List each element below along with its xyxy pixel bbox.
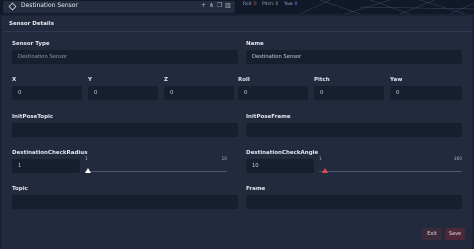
- title-divider: [2, 31, 472, 32]
- radius-track: [85, 171, 227, 172]
- sensor-type-field: Destination Sensor: [12, 50, 238, 64]
- orientation-readout: Roll:0 Pitch:0 Yaw:0: [243, 2, 298, 7]
- angle-max: 360: [453, 157, 462, 162]
- pitch-label: Pitch: [314, 77, 330, 83]
- radius-thumb[interactable]: [85, 168, 91, 173]
- yaw-field[interactable]: 0: [390, 86, 462, 100]
- pitch-readout-value: 0: [275, 2, 279, 7]
- angle-min: 1: [319, 157, 322, 162]
- plus-icon[interactable]: +: [201, 2, 206, 9]
- roll-readout-label: Roll:: [243, 2, 253, 7]
- name-field[interactable]: Destination Sensor: [246, 50, 462, 64]
- top-bar: Destination Sensor + ⋔ ❐ ▥ Roll:0 Pitch:…: [0, 0, 474, 14]
- roll-label: Roll: [238, 77, 250, 83]
- y-label: Y: [88, 77, 92, 83]
- init-pose-topic-field[interactable]: [12, 123, 238, 137]
- entry-tab[interactable]: Destination Sensor + ⋔ ❐ ▥: [3, 1, 235, 13]
- sensor-type-label: Sensor Type: [12, 41, 50, 47]
- z-field[interactable]: 0: [164, 86, 234, 100]
- init-pose-topic-label: InitPoseTopic: [12, 114, 54, 120]
- cube-icon: [8, 2, 17, 11]
- angle-track: [319, 171, 462, 172]
- panel-title: Sensor Details: [9, 21, 54, 27]
- save-button[interactable]: Save: [445, 228, 465, 240]
- frame-label: Frame: [246, 186, 266, 192]
- check-angle-label: DestinationCheckAngle: [246, 150, 319, 156]
- check-radius-label: DestinationCheckRadius: [12, 150, 88, 156]
- radius-min: 1: [85, 157, 88, 162]
- radius-max: 10: [221, 157, 227, 162]
- pitch-field[interactable]: 0: [314, 86, 384, 100]
- trash-icon[interactable]: ▥: [225, 2, 231, 9]
- init-pose-frame-field[interactable]: [246, 123, 462, 137]
- x-field[interactable]: 0: [12, 86, 82, 100]
- hierarchy-icon[interactable]: ⋔: [209, 2, 214, 9]
- check-angle-field[interactable]: 10: [246, 159, 314, 173]
- check-angle-slider[interactable]: 1 360: [319, 157, 462, 177]
- network-pattern: [300, 0, 474, 14]
- x-label: X: [12, 77, 17, 83]
- yaw-readout-value: 0: [294, 2, 298, 7]
- y-field[interactable]: 0: [88, 86, 158, 100]
- roll-readout-value: 0: [253, 2, 257, 7]
- topic-label: Topic: [12, 186, 28, 192]
- entry-name: Destination Sensor: [21, 2, 78, 9]
- pitch-readout-label: Pitch:: [262, 2, 275, 7]
- angle-thumb[interactable]: [322, 168, 329, 173]
- topic-field[interactable]: [12, 195, 238, 209]
- z-label: Z: [164, 77, 168, 83]
- yaw-readout-label: Yaw:: [283, 2, 294, 7]
- sensor-details-panel: Sensor Details Sensor Type Destination S…: [2, 16, 472, 249]
- roll-field[interactable]: 0: [238, 86, 308, 100]
- copy-icon[interactable]: ❐: [217, 2, 222, 9]
- frame-field[interactable]: [246, 195, 462, 209]
- check-radius-slider[interactable]: 1 10: [85, 157, 227, 177]
- yaw-label: Yaw: [390, 77, 403, 83]
- init-pose-frame-label: InitPoseFrame: [246, 114, 291, 120]
- check-radius-field[interactable]: 1: [12, 159, 80, 173]
- exit-button[interactable]: Exit: [422, 228, 442, 240]
- name-label: Name: [246, 41, 264, 47]
